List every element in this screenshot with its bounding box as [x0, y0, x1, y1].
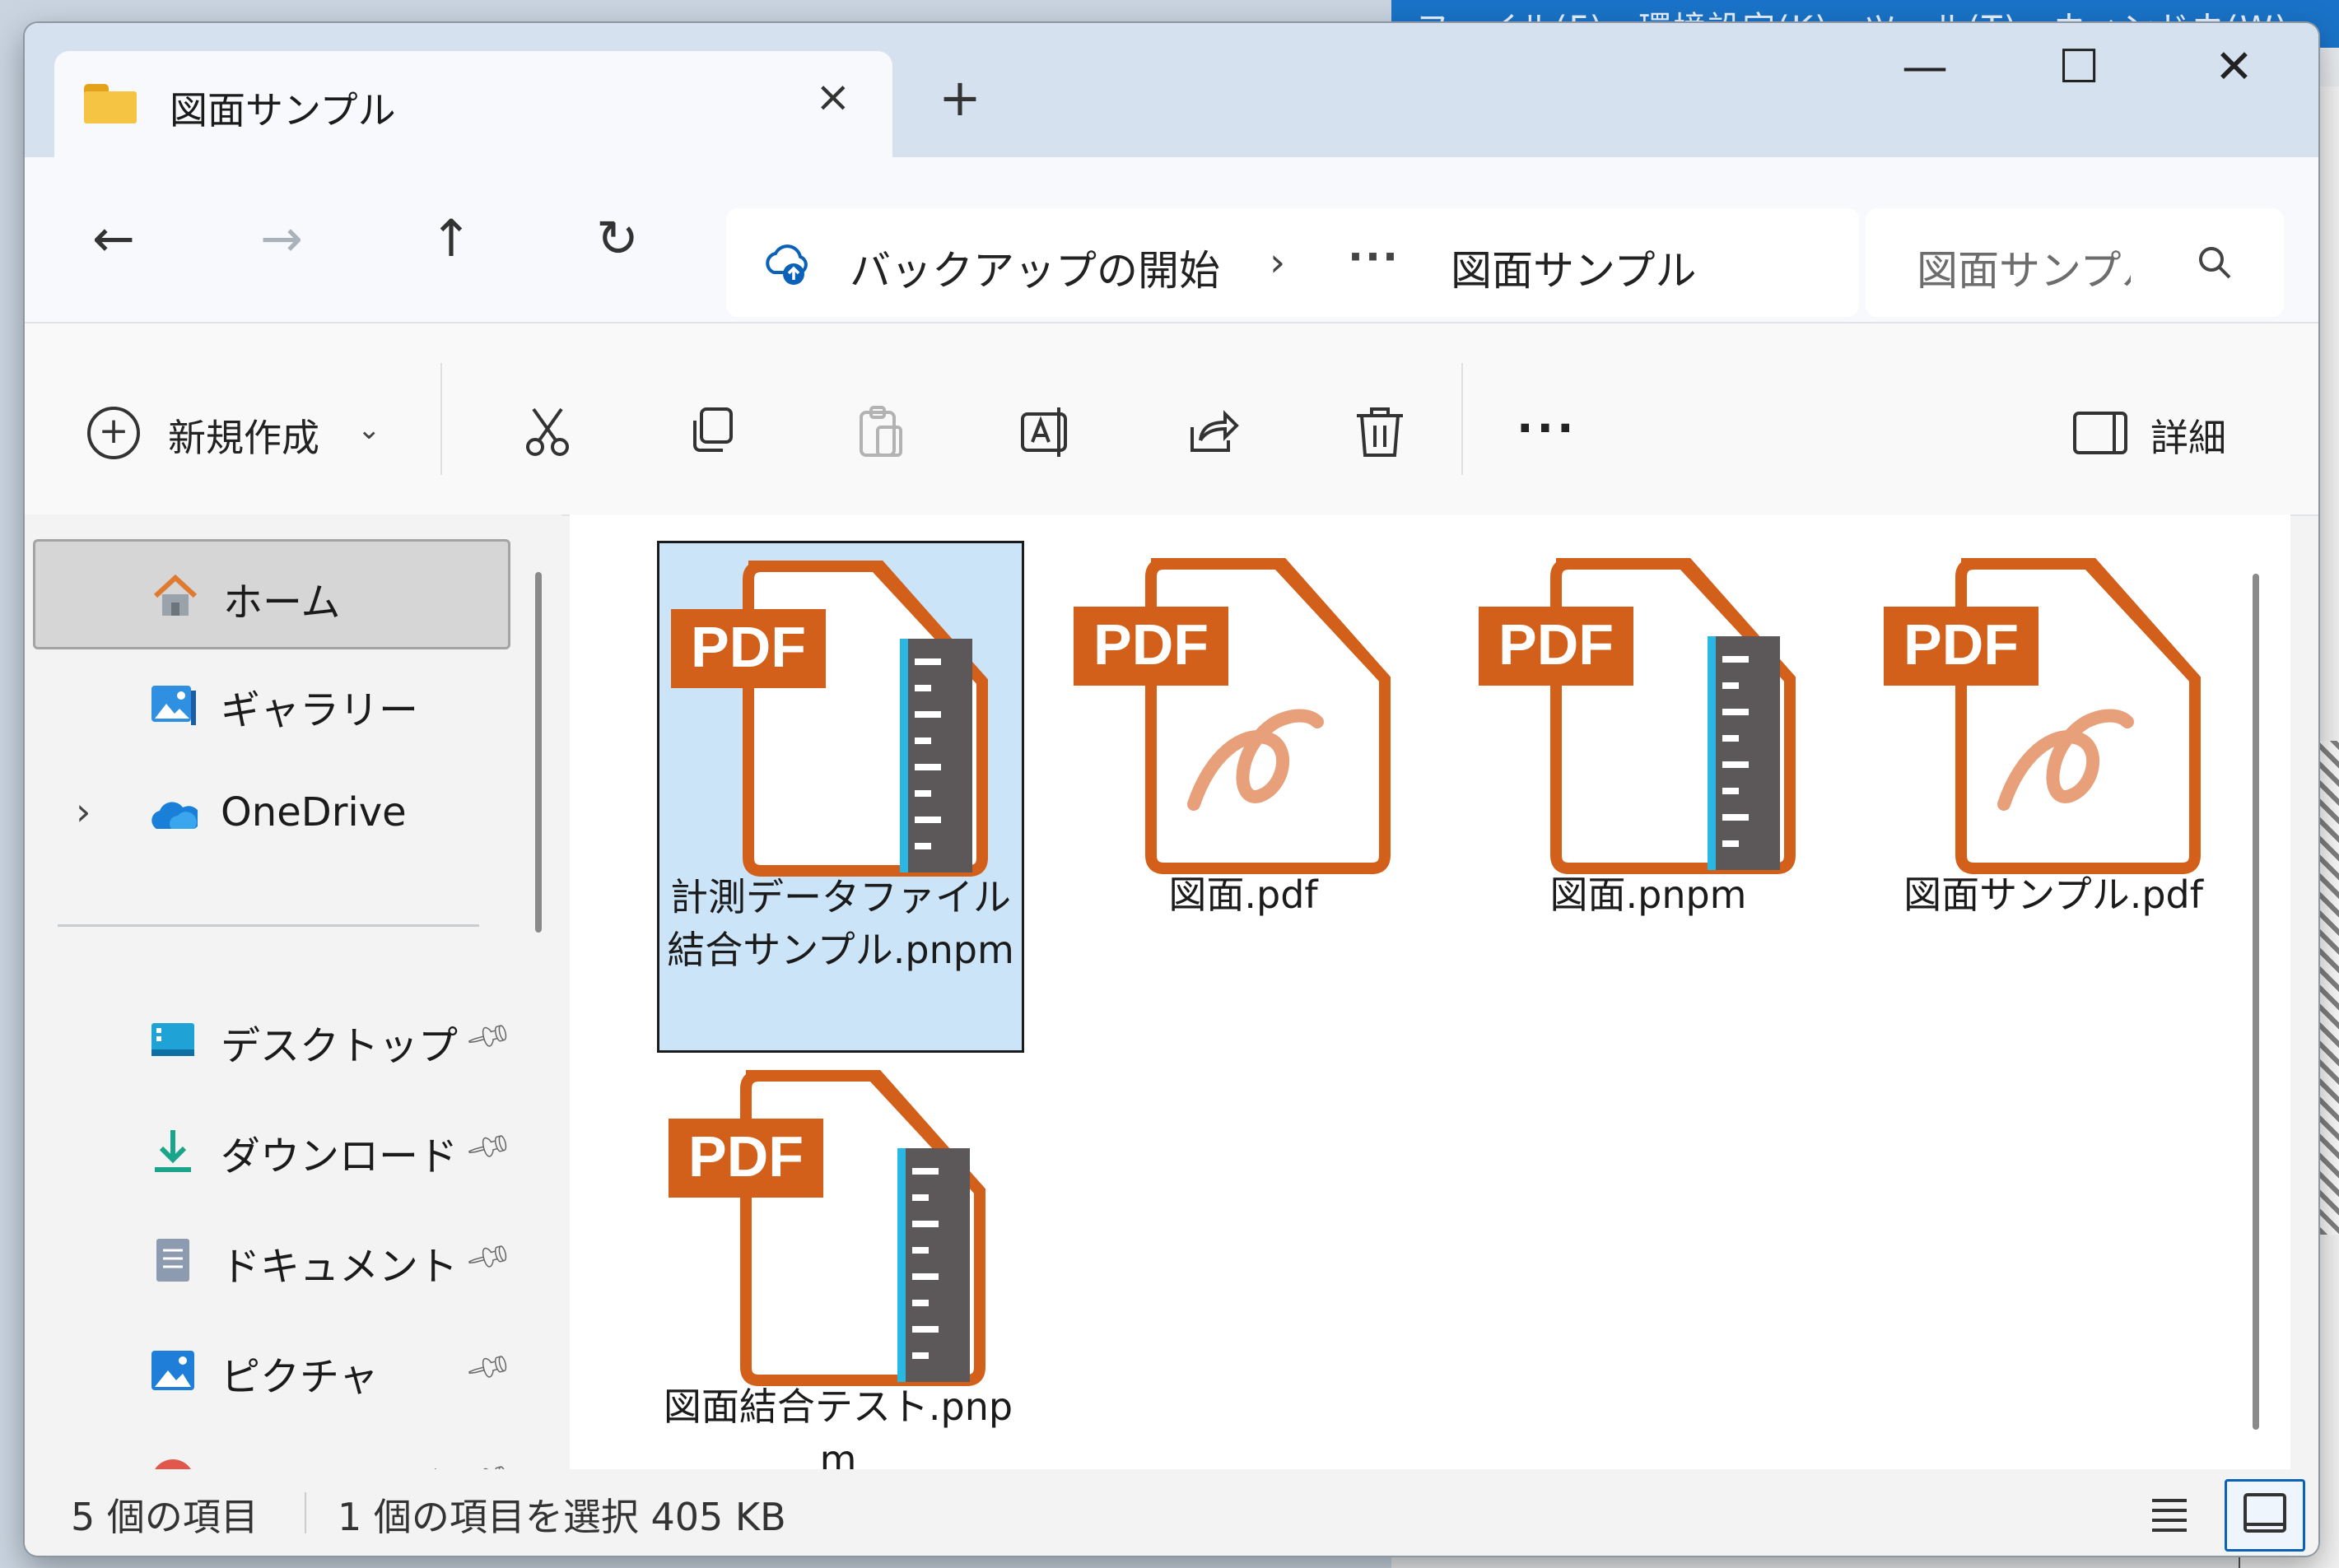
search-icon[interactable]: [2195, 243, 2234, 282]
pdf-file-icon: PDF: [671, 561, 988, 877]
tab-title: 図面サンプル: [170, 88, 396, 133]
rename-icon[interactable]: [1018, 402, 1077, 462]
chevron-down-icon: ⌄: [357, 413, 381, 446]
file-name: 計測データファイル結合サンプル.pnpm: [667, 875, 1014, 972]
selection-info: 1 個の項目を選択 405 KB: [338, 1495, 786, 1539]
chevron-right-icon[interactable]: ›: [76, 789, 91, 834]
maximize-button[interactable]: ☐: [2058, 44, 2099, 91]
details-pane-icon: [2073, 412, 2127, 454]
command-toolbar: + 新規作成 ⌄ ··· 詳細: [25, 323, 2318, 516]
file-item[interactable]: PDF 図面.pnpm: [1467, 541, 1829, 952]
tab-drawing-sample[interactable]: 図面サンプル ×: [54, 51, 892, 158]
breadcrumb-current[interactable]: 図面サンプル: [1451, 238, 1697, 297]
more-options-button[interactable]: ···: [1517, 402, 1577, 454]
sidebar-item-label: ダウンロード: [221, 1133, 459, 1179]
status-divider: [305, 1492, 306, 1533]
sidebar-item-onedrive[interactable]: › OneDrive: [33, 761, 506, 867]
toolbar-divider: [1461, 363, 1463, 475]
breadcrumb-overflow-button[interactable]: ···: [1348, 233, 1400, 281]
title-bar: 図面サンプル × + — ☐ ✕: [25, 23, 2318, 158]
status-bar: 5 個の項目 1 個の項目を選択 405 KB: [25, 1469, 2318, 1556]
file-name: 図面.pdf: [1168, 872, 1318, 917]
address-bar[interactable]: バックアップの開始 › ··· 図面サンプル: [726, 208, 1859, 317]
pin-icon[interactable]: 📌︎: [463, 1342, 515, 1394]
sidebar-item-label: デスクトップ: [221, 1023, 459, 1069]
large-icons-view-button[interactable]: [2225, 1479, 2305, 1552]
file-name: 図面.pnpm: [1549, 872, 1747, 917]
new-button-label: 新規作成: [168, 416, 319, 460]
sidebar-item-desktop[interactable]: デスクトップ 📌︎: [33, 985, 515, 1091]
forward-button[interactable]: →: [260, 213, 303, 264]
file-list: PDF 計測データファイル結合サンプル.pnpm PDF 図面.pdf PDF …: [570, 514, 2290, 1482]
backup-cloud-icon: [766, 244, 808, 285]
sidebar-item-label: OneDrive: [221, 789, 407, 835]
pdf-badge: PDF: [688, 1124, 804, 1189]
pdf-file-icon: PDF: [669, 1070, 985, 1386]
sidebar-item-label: ギャラリー: [221, 687, 419, 733]
plus-circle-icon: +: [87, 407, 140, 459]
refresh-button[interactable]: ↻: [596, 213, 639, 264]
file-item[interactable]: PDF 図面.pdf: [1062, 541, 1424, 952]
search-box[interactable]: 図面サンプル: [1866, 208, 2284, 317]
pin-icon[interactable]: 📌︎: [463, 1011, 515, 1063]
pin-icon[interactable]: 📌︎: [463, 1121, 515, 1173]
close-button[interactable]: ✕: [2215, 44, 2253, 91]
pdf-badge: PDF: [1498, 612, 1614, 677]
pdf-file-icon: PDF: [1479, 558, 1796, 874]
home-icon: [153, 574, 198, 616]
pdf-badge: PDF: [1903, 612, 2019, 677]
sidebar-scrollbar[interactable]: [535, 572, 542, 933]
document-icon: [156, 1239, 189, 1282]
file-item[interactable]: PDF 図面結合テスト.pnpm: [657, 1053, 1019, 1482]
search-input[interactable]: 図面サンプル: [1917, 238, 2131, 297]
minimize-button[interactable]: —: [1902, 44, 1948, 91]
content-scrollbar[interactable]: [2253, 574, 2259, 1430]
navigation-pane: ホーム ギャラリー › OneDrive デスクトップ 📌︎ ダウンロード 📌︎…: [25, 514, 561, 1510]
share-icon[interactable]: [1184, 402, 1243, 462]
file-item[interactable]: PDF 計測データファイル結合サンプル.pnpm: [657, 541, 1024, 1053]
sidebar-item-label: ドキュメント: [221, 1244, 459, 1290]
pdf-file-icon: PDF: [1074, 558, 1391, 874]
details-view-icon[interactable]: [2149, 1492, 2190, 1533]
tab-close-icon[interactable]: ×: [815, 72, 851, 122]
sidebar-divider: [58, 924, 479, 927]
pdf-file-icon: PDF: [1884, 558, 2201, 874]
cut-icon[interactable]: [519, 402, 578, 462]
onedrive-icon: [151, 802, 198, 829]
sidebar-item-pictures[interactable]: ピクチャ 📌︎: [33, 1316, 515, 1421]
pin-icon[interactable]: 📌︎: [463, 1231, 515, 1283]
delete-icon[interactable]: [1350, 402, 1409, 462]
desktop-icon: [151, 1023, 194, 1056]
up-button[interactable]: ↑: [430, 213, 473, 264]
pdf-badge: PDF: [691, 615, 806, 679]
sidebar-item-home[interactable]: ホーム: [33, 539, 510, 649]
copy-icon[interactable]: [683, 402, 743, 462]
large-icons-view-icon: [2243, 1493, 2286, 1533]
sidebar-item-downloads[interactable]: ダウンロード 📌︎: [33, 1096, 515, 1201]
pictures-icon: [151, 1351, 194, 1390]
sidebar-item-gallery[interactable]: ギャラリー: [33, 649, 506, 755]
sidebar-item-documents[interactable]: ドキュメント 📌︎: [33, 1206, 515, 1311]
new-tab-button[interactable]: +: [939, 72, 981, 123]
breadcrumb-backup[interactable]: バックアップの開始: [850, 238, 1220, 297]
pdf-badge: PDF: [1093, 612, 1209, 677]
back-button[interactable]: ←: [92, 213, 135, 264]
gallery-icon: [151, 686, 196, 725]
paste-icon[interactable]: [851, 402, 911, 462]
navigation-bar: ← → ↑ ↻ バックアップの開始 › ··· 図面サンプル 図面サンプル: [25, 157, 2318, 323]
sidebar-item-label: ホーム: [223, 579, 341, 626]
item-count: 5 個の項目: [71, 1495, 259, 1539]
download-icon: [155, 1130, 191, 1172]
toolbar-divider: [440, 363, 442, 475]
explorer-window: 図面サンプル × + — ☐ ✕ ← → ↑ ↻ バックアップの開始 › ···…: [25, 23, 2318, 1556]
folder-icon: [84, 84, 137, 123]
details-label: 詳細: [2150, 416, 2226, 460]
file-item[interactable]: PDF 図面サンプル.pdf: [1872, 541, 2234, 952]
breadcrumb-separator-icon[interactable]: ›: [1270, 240, 1285, 286]
sidebar-item-label: ピクチャ: [221, 1354, 379, 1400]
file-name: 図面サンプル.pdf: [1903, 872, 2203, 917]
